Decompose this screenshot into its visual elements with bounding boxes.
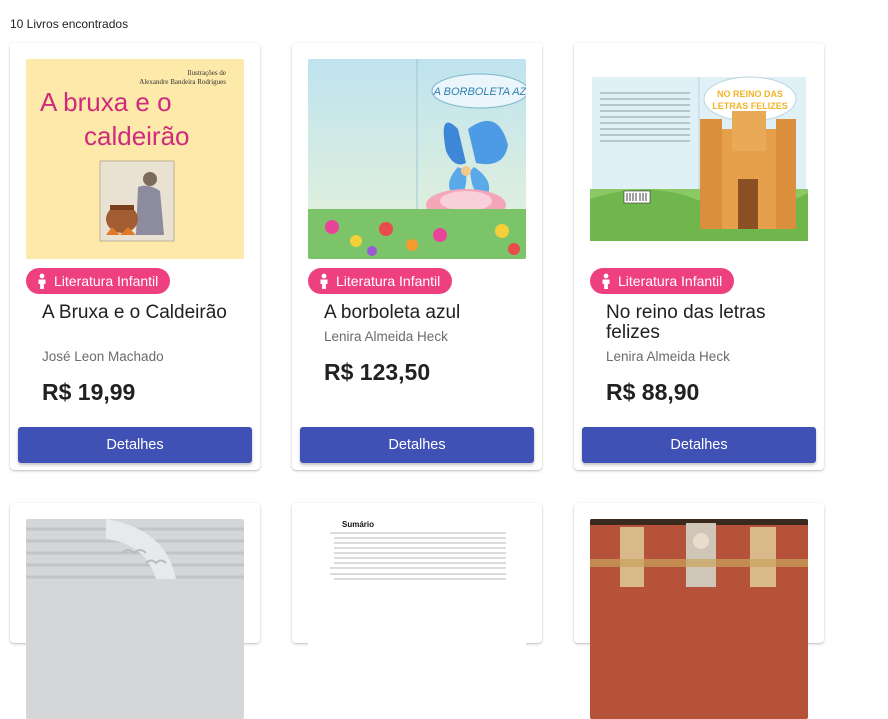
summary-heading: Sumário bbox=[342, 520, 374, 529]
book-card: A BORBOLETA AZ Literatura Infantil A bor… bbox=[292, 43, 542, 470]
category-label: Literatura Infantil bbox=[618, 273, 723, 289]
cover-credit: Ilustrações de bbox=[187, 69, 226, 77]
cover-title: A BORBOLETA AZ bbox=[433, 86, 526, 98]
book-author: Lenira Almeida Heck bbox=[324, 329, 448, 344]
book-cover[interactable]: A BORBOLETA AZ bbox=[308, 59, 526, 259]
book-cover[interactable]: Sumário bbox=[308, 519, 526, 719]
book-title: A Bruxa e o Caldeirão bbox=[42, 302, 227, 323]
cover-title: A bruxa e o bbox=[40, 87, 172, 117]
book-cover[interactable] bbox=[590, 519, 808, 719]
child-icon bbox=[602, 273, 610, 289]
cover-title: caldeirão bbox=[84, 121, 190, 151]
book-cover[interactable]: Ilustrações de Alexandre Bandeira Rodrig… bbox=[26, 59, 244, 259]
category-label: Literatura Infantil bbox=[54, 273, 159, 289]
book-card: Sumário bbox=[292, 503, 542, 719]
book-card: Ilustrações de Alexandre Bandeira Rodrig… bbox=[10, 43, 260, 470]
book-card bbox=[574, 503, 824, 719]
cover-title: NO REINO DAS bbox=[717, 89, 783, 99]
book-price: R$ 88,90 bbox=[606, 379, 700, 405]
category-chip[interactable]: Literatura Infantil bbox=[26, 268, 171, 294]
book-author: José Leon Machado bbox=[42, 349, 164, 364]
book-price: R$ 19,99 bbox=[42, 379, 136, 405]
cover-credit: Alexandre Bandeira Rodrigues bbox=[139, 78, 226, 86]
results-count: 10 Livros encontrados bbox=[10, 17, 129, 31]
book-title: A borboleta azul bbox=[324, 302, 461, 323]
child-icon bbox=[320, 273, 328, 289]
cover-title: LETRAS FELIZES bbox=[712, 101, 788, 111]
book-title: No reino das letras felizes bbox=[606, 302, 766, 343]
category-chip[interactable]: Literatura Infantil bbox=[590, 268, 735, 294]
child-icon bbox=[38, 273, 46, 289]
book-price: R$ 123,50 bbox=[324, 359, 431, 385]
category-chip[interactable]: Literatura Infantil bbox=[308, 268, 453, 294]
book-cover[interactable] bbox=[26, 519, 244, 719]
details-button[interactable]: Detalhes bbox=[582, 427, 816, 463]
book-card: NO REINO DAS LETRAS FELIZES Literatura I… bbox=[574, 43, 824, 470]
book-card bbox=[10, 503, 260, 719]
category-label: Literatura Infantil bbox=[336, 273, 441, 289]
details-button[interactable]: Detalhes bbox=[300, 427, 534, 463]
book-cover[interactable]: NO REINO DAS LETRAS FELIZES bbox=[590, 59, 808, 259]
details-button[interactable]: Detalhes bbox=[18, 427, 252, 463]
book-author: Lenira Almeida Heck bbox=[606, 349, 730, 364]
